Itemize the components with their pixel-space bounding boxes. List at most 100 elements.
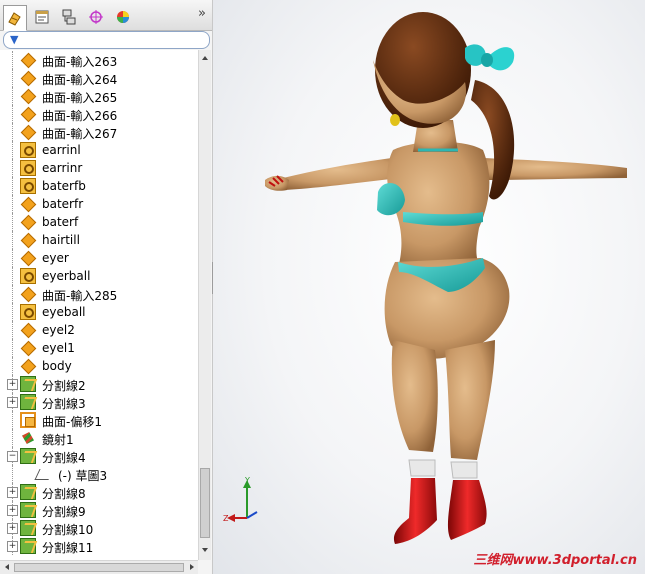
tree-item[interactable]: + 分割線8 <box>0 483 198 501</box>
tree-connector <box>12 69 13 87</box>
tree-item[interactable]: eyerball <box>0 267 198 285</box>
left-leg <box>391 340 438 452</box>
split-feature-icon <box>20 502 36 518</box>
tree-item[interactable]: 曲面-偏移1 <box>0 411 198 429</box>
tree-vertical-scrollbar[interactable] <box>198 50 211 560</box>
tree-item-label: 分割線3 <box>42 397 86 411</box>
coordinate-triad: Y Z <box>223 476 258 523</box>
property-manager-tab[interactable] <box>30 5 54 29</box>
tree-item[interactable]: + 分割線2 <box>0 375 198 393</box>
tree-item[interactable]: + 分割線9 <box>0 501 198 519</box>
split-feature-icon <box>20 538 36 554</box>
surface-feature-icon <box>20 250 36 266</box>
expand-toggle[interactable]: + <box>7 523 18 534</box>
tree-item-label: eyerball <box>42 269 91 283</box>
tree-connector <box>12 339 13 357</box>
tree-item[interactable]: eyel2 <box>0 321 198 339</box>
tree-item-label: baterfb <box>42 179 86 193</box>
expand-toggle[interactable]: + <box>7 397 18 408</box>
part-feature-icon <box>20 304 36 320</box>
tree-item[interactable]: earrinr <box>0 159 198 177</box>
horizontal-scroll-thumb[interactable] <box>14 563 184 572</box>
split-feature-icon <box>20 484 36 500</box>
dimxpert-tab[interactable] <box>84 5 108 29</box>
surface-feature-icon <box>20 88 36 104</box>
scroll-thumb[interactable] <box>200 468 210 538</box>
right-boot <box>447 480 487 540</box>
expand-toggle[interactable]: + <box>7 379 18 390</box>
tree-connector <box>12 303 13 321</box>
tree-item-label: 分割線4 <box>42 451 86 465</box>
split-feature-icon <box>20 376 36 392</box>
tree-item[interactable]: earrinl <box>0 141 198 159</box>
surface-feature-icon <box>20 124 36 140</box>
scroll-right-arrow-icon[interactable] <box>186 561 198 573</box>
tree-item[interactable]: 曲面-輸入264 <box>0 69 198 87</box>
split-feature-icon <box>20 394 36 410</box>
more-tabs-chevron[interactable]: » <box>198 6 206 21</box>
graphics-viewport[interactable]: Y Z 三维网www.3dportal.cn <box>213 0 645 574</box>
tree-item[interactable]: − 分割線4 <box>0 447 198 465</box>
tree-connector <box>12 159 13 177</box>
tree-item-label: 分割線8 <box>42 487 86 501</box>
feature-tree-tab[interactable] <box>3 5 27 31</box>
earring <box>390 114 400 126</box>
split-feature-icon <box>20 448 36 464</box>
tree-item[interactable]: eyer <box>0 249 198 267</box>
expand-toggle[interactable]: + <box>7 541 18 552</box>
tree-filter-input[interactable]: ▼ <box>3 31 210 49</box>
property-sheet-icon <box>35 10 49 24</box>
tree-connector <box>12 177 13 195</box>
tree-item[interactable]: baterfb <box>0 177 198 195</box>
tree-item[interactable]: 曲面-輸入285 <box>0 285 198 303</box>
triad-y-label: Y <box>244 476 250 485</box>
tree-item[interactable]: + 分割線3 <box>0 393 198 411</box>
tree-item[interactable]: 曲面-輸入263 <box>0 51 198 69</box>
surface-feature-icon <box>20 340 36 356</box>
scroll-down-arrow-icon[interactable] <box>199 544 211 556</box>
color-wheel-icon <box>117 11 129 23</box>
crosshair-icon <box>89 10 103 24</box>
tree-item-label: 曲面-輸入264 <box>42 73 118 87</box>
tree-connector <box>12 231 13 249</box>
tree-horizontal-scrollbar[interactable] <box>0 560 198 574</box>
scroll-left-arrow-icon[interactable] <box>1 561 13 573</box>
expand-toggle[interactable]: + <box>7 487 18 498</box>
tree-item[interactable]: + 分割線11 <box>0 537 198 555</box>
part-feature-icon <box>20 160 36 176</box>
tree-item[interactable]: eyel1 <box>0 339 198 357</box>
surface-feature-icon <box>20 358 36 374</box>
surface-feature-icon <box>20 52 36 68</box>
tree-item-label: 曲面-輸入263 <box>42 55 118 69</box>
tree-item[interactable]: 曲面-輸入266 <box>0 105 198 123</box>
tree-connector <box>12 123 13 141</box>
scroll-up-arrow-icon[interactable] <box>199 52 211 64</box>
tree-item-label: hairtill <box>42 233 80 247</box>
feature-tree-icon <box>8 12 21 26</box>
expand-toggle[interactable]: + <box>7 505 18 516</box>
tree-item[interactable]: body <box>0 357 198 375</box>
tree-item-label: 分割線9 <box>42 505 86 519</box>
tree-item-label: eyel1 <box>42 341 75 355</box>
tree-connector <box>12 105 13 123</box>
tree-item[interactable]: eyeball <box>0 303 198 321</box>
display-manager-tab[interactable] <box>111 5 135 29</box>
filter-icon: ▼ <box>10 33 19 46</box>
tree-item-label: 分割線11 <box>42 541 94 555</box>
tree-item[interactable]: 鏡射1 <box>0 429 198 447</box>
collapse-toggle[interactable]: − <box>7 451 18 462</box>
tree-item-label: 曲面-輸入265 <box>42 91 118 105</box>
tree-item[interactable]: baterfr <box>0 195 198 213</box>
surface-feature-icon <box>20 232 36 248</box>
tree-connector <box>12 195 13 213</box>
tree-item-label: 鏡射1 <box>42 433 74 447</box>
tree-item[interactable]: 曲面-輸入265 <box>0 87 198 105</box>
tree-item[interactable]: baterf <box>0 213 198 231</box>
tree-item[interactable]: + 分割線10 <box>0 519 198 537</box>
tree-item[interactable]: hairtill <box>0 231 198 249</box>
configuration-manager-tab[interactable] <box>57 5 81 29</box>
tree-item-label: 曲面-輸入267 <box>42 127 118 141</box>
tree-item[interactable]: (-) 草圖3 <box>0 465 198 483</box>
manager-tab-bar: » <box>0 0 212 31</box>
tree-item[interactable]: 曲面-輸入267 <box>0 123 198 141</box>
